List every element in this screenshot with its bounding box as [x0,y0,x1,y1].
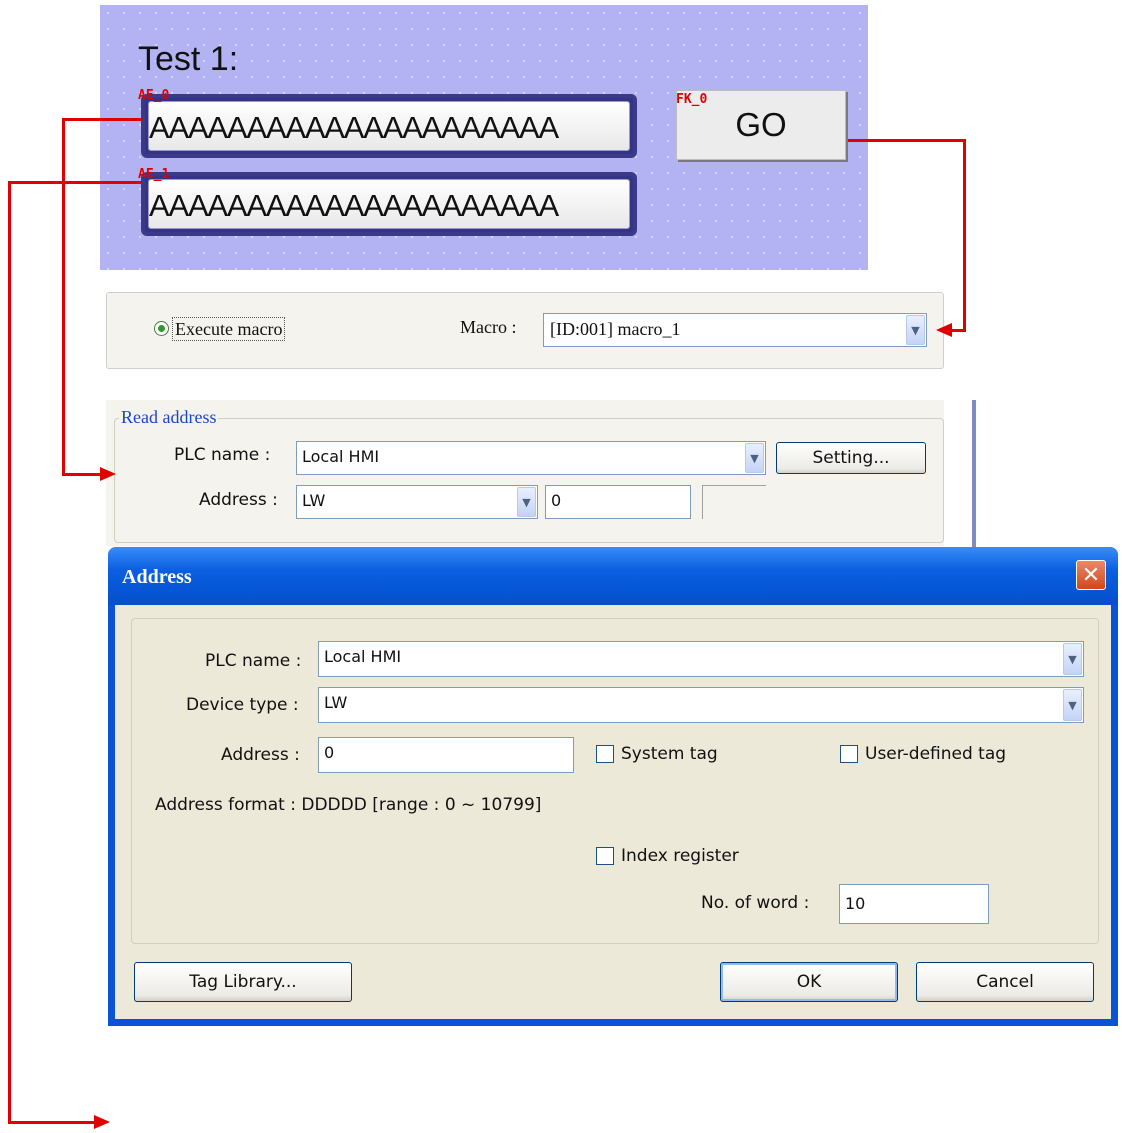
radio-selected-icon[interactable] [154,321,169,336]
device-type-select[interactable]: LW ▼ [296,485,538,519]
macro-select[interactable]: [ID:001] macro_1 ▼ [543,313,927,347]
dlg-plc-name-label: PLC name : [205,651,302,671]
word-count-label: No. of word : [701,893,810,913]
connector-ae1-vertical [8,181,11,1124]
plc-name-label: PLC name : [174,445,271,465]
read-address-legend: Read address [119,407,219,428]
dlg-device-type-label: Device type : [186,695,299,715]
dialog-title: Address [122,566,192,588]
fk0-tag: FK_0 [676,92,708,107]
cancel-button[interactable]: Cancel [916,962,1094,1002]
user-defined-tag-checkbox[interactable] [840,745,858,763]
address-value: 0 [551,491,562,510]
dlg-plc-name-select[interactable]: Local HMI ▼ [318,641,1084,677]
chevron-down-icon[interactable]: ▼ [517,487,536,517]
setting-button[interactable]: Setting... [776,442,926,474]
read-address-group [114,418,944,543]
connector-go-vertical [963,139,966,332]
connector-ae0-vertical [62,118,65,476]
connector-ae0-bottom [62,473,102,476]
dlg-device-type-select[interactable]: LW ▼ [318,687,1084,723]
arrow-right-icon [100,467,116,481]
index-register-label: Index register [621,846,739,866]
arrow-left-icon [936,323,952,337]
tag-library-button[interactable]: Tag Library... [134,962,352,1002]
address-label: Address : [199,490,278,510]
ae0-tag: AE_0 [138,88,170,103]
connector-go-bottom [950,329,966,332]
chevron-down-icon[interactable]: ▼ [1063,643,1082,675]
ae1-tag: AE_1 [138,167,170,182]
word-count-input[interactable]: 10 [839,884,989,924]
address-format-text: Address format : DDDDD [range : 0 ~ 1079… [155,795,542,815]
panel-divider [972,400,976,548]
macro-label: Macro : [460,317,517,337]
connector-ae1-bottom [8,1121,96,1124]
close-icon[interactable]: ✕ [1076,560,1106,590]
ok-button[interactable]: OK [720,962,898,1002]
dlg-device-type-value: LW [324,693,348,712]
dlg-address-value: 0 [324,743,335,762]
system-tag-label: System tag [621,744,718,764]
index-register-checkbox[interactable] [596,847,614,865]
chevron-down-icon[interactable]: ▼ [745,443,764,473]
address-extra-box [702,485,766,519]
macro-value: [ID:001] macro_1 [550,319,681,339]
chevron-down-icon[interactable]: ▼ [906,315,925,345]
chevron-down-icon[interactable]: ▼ [1063,689,1082,721]
dlg-plc-name-value: Local HMI [324,647,402,666]
plc-name-select[interactable]: Local HMI ▼ [296,441,766,475]
word-count-value: 10 [845,894,866,913]
connector-ae1-horizontal [8,181,142,184]
device-type-value: LW [302,491,326,510]
plc-name-value: Local HMI [302,447,380,466]
dialog-titlebar [108,547,1118,605]
ascii-input-ae1[interactable]: AAAAAAAAAAAAAAAAAAAAA [141,172,637,236]
test-title: Test 1: [138,40,239,78]
connector-go-horizontal [848,139,966,142]
system-tag-checkbox[interactable] [596,745,614,763]
execute-macro-label[interactable]: Execute macro [172,317,286,341]
user-defined-tag-label: User-defined tag [865,744,1007,764]
address-input[interactable]: 0 [545,485,691,519]
dlg-address-input[interactable]: 0 [318,737,574,773]
ae1-value: AAAAAAAAAAAAAAAAAAAAA [148,179,630,229]
connector-ae0-horizontal [62,118,142,121]
dlg-address-label: Address : [221,745,300,765]
arrow-right-icon [94,1115,110,1129]
ae0-value: AAAAAAAAAAAAAAAAAAAAA [148,101,630,151]
ascii-input-ae0[interactable]: AAAAAAAAAAAAAAAAAAAAA [141,94,637,158]
